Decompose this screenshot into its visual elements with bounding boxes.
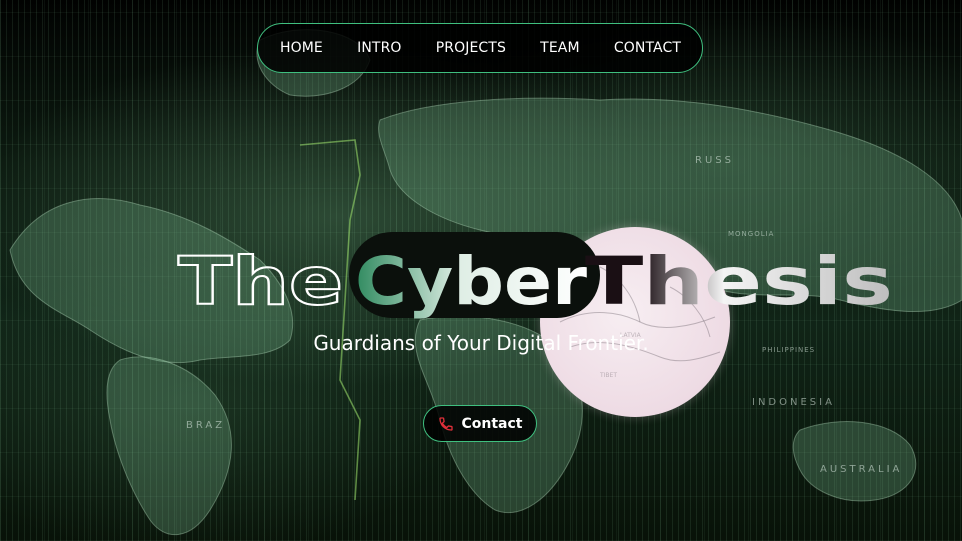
nav-home-link[interactable]: HOME — [280, 40, 323, 56]
title-word-cyber: Cyber — [355, 243, 587, 320]
map-label-brazil: BRAZ — [186, 420, 225, 431]
svg-text:TIBET: TIBET — [599, 372, 617, 379]
nav-intro-link[interactable]: INTRO — [357, 40, 401, 56]
title-word-the: The — [178, 243, 343, 320]
contact-button[interactable]: Contact — [423, 405, 537, 442]
nav-team-link[interactable]: TEAM — [540, 40, 579, 56]
title-word-thesis: Thesis — [585, 243, 893, 320]
nav-contact-link[interactable]: CONTACT — [614, 40, 681, 56]
nav-projects-link[interactable]: PROJECTS — [436, 40, 506, 56]
contact-button-label: Contact — [461, 415, 523, 432]
phone-icon — [438, 416, 454, 432]
map-label-australia: AUSTRALIA — [820, 464, 902, 475]
map-label-russia: RUSS — [695, 155, 734, 166]
hero-subtitle: Guardians of Your Digital Frontier. — [313, 331, 649, 355]
hero-title: The Cyber Thesis — [0, 224, 962, 334]
main-nav: HOME INTRO PROJECTS TEAM CONTACT — [257, 23, 703, 73]
map-label-indonesia: INDONESIA — [752, 397, 835, 408]
